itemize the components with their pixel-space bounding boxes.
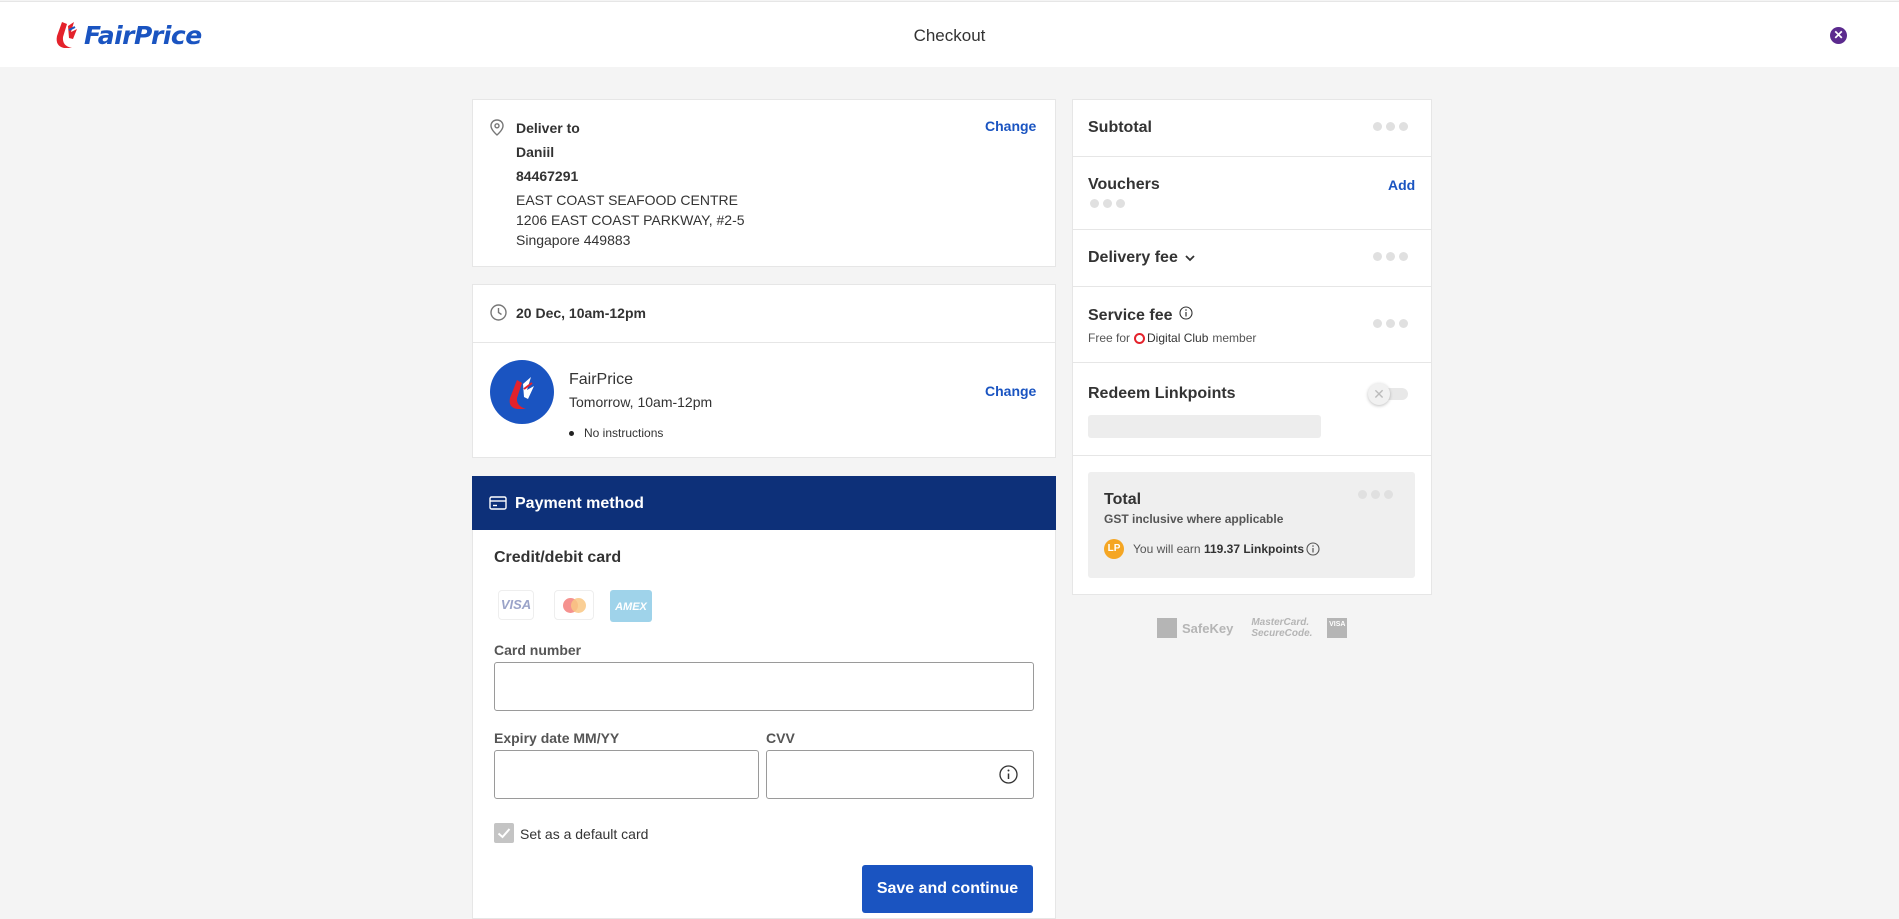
total-box: Total GST inclusive where applicable LP … bbox=[1088, 472, 1415, 578]
redeem-linkpoints-label: Redeem Linkpoints bbox=[1088, 385, 1236, 402]
save-and-continue-button[interactable]: Save and continue bbox=[862, 865, 1033, 913]
summary-divider-1 bbox=[1073, 156, 1431, 157]
delivery-fee-label[interactable]: Delivery fee bbox=[1088, 249, 1195, 267]
payment-method-header[interactable]: Payment method bbox=[472, 476, 1056, 531]
summary-divider-5 bbox=[1073, 455, 1431, 456]
amex-logo-text: AMEX bbox=[615, 601, 647, 613]
toggle-off-icon: ✕ bbox=[1368, 383, 1390, 405]
service-fee-info-icon[interactable] bbox=[1179, 306, 1193, 320]
earn-points: 119.37 Linkpoints bbox=[1203, 542, 1304, 556]
fairprice-store-icon bbox=[509, 377, 534, 409]
close-icon[interactable]: ✕ bbox=[1830, 27, 1847, 44]
service-fee-note: Free for Digital Club member bbox=[1088, 331, 1256, 345]
delivery-fee-text: Delivery fee bbox=[1088, 249, 1178, 266]
summary-divider-4 bbox=[1073, 362, 1431, 363]
linkpoints-earn: You will earn 119.37 Linkpoints bbox=[1133, 542, 1304, 556]
deliver-to-card: Deliver to Change Daniil 84467291 EAST C… bbox=[472, 99, 1056, 267]
clock-icon bbox=[490, 304, 507, 321]
cvv-info-icon[interactable] bbox=[999, 765, 1018, 784]
slot-divider bbox=[473, 342, 1055, 343]
default-card-checkbox[interactable] bbox=[494, 823, 514, 843]
linkpoints-badge-text: LP bbox=[1107, 543, 1121, 554]
visa-logo: VISA bbox=[498, 590, 534, 620]
safekey-card-icon bbox=[1157, 618, 1177, 638]
recipient-phone: 84467291 bbox=[516, 168, 579, 184]
delivery-fee-loading bbox=[1373, 252, 1408, 261]
digital-club-icon bbox=[1134, 332, 1146, 344]
total-loading bbox=[1358, 490, 1393, 499]
card-number-input[interactable] bbox=[494, 662, 1034, 711]
credit-debit-title: Credit/debit card bbox=[494, 549, 622, 566]
store-time: Tomorrow, 10am-12pm bbox=[569, 394, 713, 410]
safekey-logo: SafeKey bbox=[1157, 618, 1233, 638]
mastercard-right-circle bbox=[571, 598, 586, 613]
redeem-linkpoints-toggle[interactable]: ✕ bbox=[1368, 383, 1410, 405]
summary-divider-2 bbox=[1073, 229, 1431, 230]
safekey-text: SafeKey bbox=[1182, 620, 1234, 636]
summary-divider-3 bbox=[1073, 286, 1431, 287]
payment-method-title: Payment method bbox=[515, 495, 644, 512]
service-fee-loading bbox=[1373, 319, 1408, 328]
store-name: FairPrice bbox=[569, 371, 634, 388]
add-voucher-link[interactable]: Add bbox=[1388, 177, 1415, 193]
cvv-input[interactable] bbox=[766, 750, 1034, 799]
payment-card-form: Credit/debit card VISA mastercard AMEX C… bbox=[472, 530, 1056, 919]
address-line-1: EAST COAST SEAFOOD CENTRE bbox=[516, 192, 738, 208]
amex-logo: AMEX bbox=[610, 590, 652, 622]
address-line-2: 1206 EAST COAST PARKWAY, #2-5 bbox=[516, 212, 745, 228]
delivery-slot-card: 20 Dec, 10am-12pm FairPrice Tomorrow, 10… bbox=[472, 284, 1056, 458]
location-pin-icon bbox=[490, 119, 504, 136]
store-avatar bbox=[490, 360, 554, 424]
vouchers-loading bbox=[1090, 199, 1125, 208]
vouchers-label: Vouchers bbox=[1088, 176, 1160, 193]
top-header: FairPrice Checkout ✕ bbox=[0, 1, 1899, 67]
card-number-label: Card number bbox=[494, 642, 582, 658]
linkpoints-badge: LP bbox=[1104, 539, 1124, 559]
verified-by-visa-text: VISA bbox=[1329, 621, 1346, 628]
change-slot-link[interactable]: Change bbox=[985, 383, 1036, 399]
expiry-input[interactable] bbox=[494, 750, 759, 799]
delivery-instructions: No instructions bbox=[584, 426, 664, 440]
gst-note: GST inclusive where applicable bbox=[1104, 512, 1284, 526]
mastercard-securecode-logo: MasterCard. SecureCode. bbox=[1251, 617, 1313, 639]
linkpoints-placeholder bbox=[1088, 415, 1321, 438]
service-fee-text: Service fee bbox=[1088, 307, 1173, 324]
service-fee-note-prefix: Free for bbox=[1088, 331, 1131, 345]
default-card-label: Set as a default card bbox=[520, 826, 649, 842]
service-fee-label: Service fee bbox=[1088, 306, 1193, 325]
digital-club-brand: Digital Club bbox=[1147, 331, 1209, 345]
slot-date: 20 Dec, 10am-12pm bbox=[516, 305, 646, 321]
recipient-name: Daniil bbox=[516, 144, 555, 160]
instruction-bullet bbox=[569, 431, 574, 436]
subtotal-loading bbox=[1373, 122, 1408, 131]
verified-by-visa-logo: VISA bbox=[1327, 618, 1348, 638]
chevron-down-icon bbox=[1185, 255, 1195, 262]
mastercard-logo: mastercard bbox=[554, 590, 594, 620]
deliver-to-heading: Deliver to bbox=[516, 120, 580, 136]
change-address-link[interactable]: Change bbox=[985, 118, 1036, 134]
cvv-label: CVV bbox=[766, 730, 795, 746]
linkpoints-info-icon[interactable] bbox=[1306, 542, 1320, 556]
total-label: Total bbox=[1104, 491, 1142, 508]
security-logos: SafeKey MasterCard. SecureCode. VISA bbox=[1157, 617, 1348, 639]
page-title: Checkout bbox=[913, 26, 986, 45]
subtotal-label: Subtotal bbox=[1088, 119, 1152, 136]
credit-card-icon bbox=[489, 496, 507, 510]
service-fee-note-suffix: member bbox=[1212, 331, 1257, 345]
visa-logo-text: VISA bbox=[500, 597, 532, 612]
checkmark-icon bbox=[497, 828, 511, 839]
address-line-3: Singapore 449883 bbox=[516, 232, 631, 248]
earn-prefix: You will earn bbox=[1133, 542, 1201, 556]
expiry-label: Expiry date MM/YY bbox=[494, 730, 620, 746]
